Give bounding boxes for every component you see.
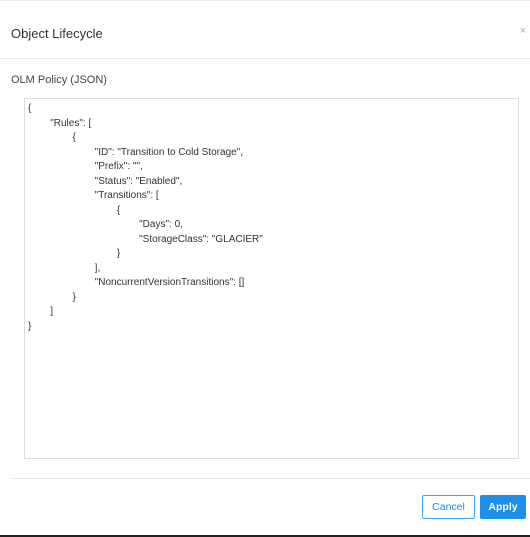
dialog-title: Object Lifecycle [11,26,103,41]
footer-divider [12,478,530,479]
dialog-header: Object Lifecycle × [0,1,530,59]
apply-button[interactable]: Apply [480,495,526,519]
olm-policy-json[interactable]: { "Rules": [ { "ID": "Transition to Cold… [25,99,518,334]
close-icon[interactable]: × [520,25,526,37]
object-lifecycle-dialog: Object Lifecycle × OLM Policy (JSON) { "… [0,0,530,537]
olm-policy-editor[interactable]: { "Rules": [ { "ID": "Transition to Cold… [24,98,519,459]
cancel-button[interactable]: Cancel [422,495,475,519]
olm-policy-label: OLM Policy (JSON) [11,74,107,86]
